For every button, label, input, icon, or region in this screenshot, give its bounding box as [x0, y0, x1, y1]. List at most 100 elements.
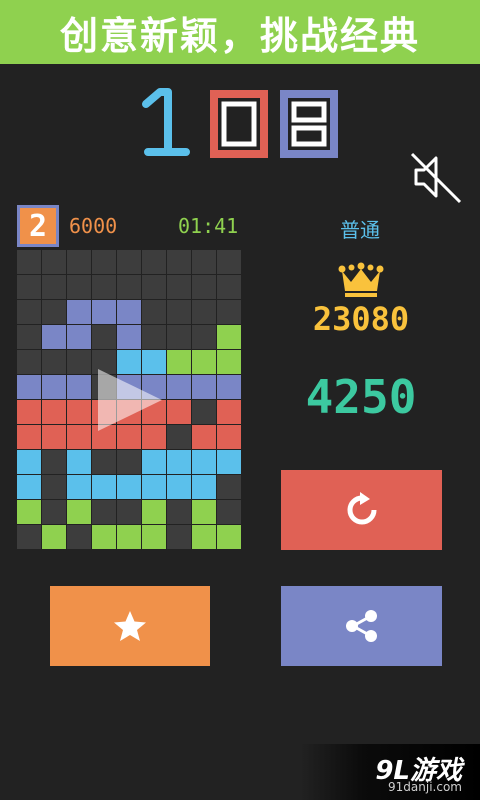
- board-cell-purple[interactable]: [117, 325, 141, 349]
- board-cell-empty[interactable]: [92, 250, 116, 274]
- board-cell-empty[interactable]: [17, 350, 41, 374]
- board-cell-empty[interactable]: [42, 450, 66, 474]
- board-cell-blue[interactable]: [92, 475, 116, 499]
- board-cell-red[interactable]: [42, 425, 66, 449]
- board-cell-red[interactable]: [17, 425, 41, 449]
- board-cell-blue[interactable]: [17, 475, 41, 499]
- board-cell-empty[interactable]: [217, 300, 241, 324]
- board-cell-green[interactable]: [192, 525, 216, 549]
- board-cell-empty[interactable]: [42, 350, 66, 374]
- board-cell-red[interactable]: [17, 400, 41, 424]
- board-cell-empty[interactable]: [142, 275, 166, 299]
- board-cell-empty[interactable]: [42, 275, 66, 299]
- board-cell-green[interactable]: [142, 500, 166, 524]
- board-cell-empty[interactable]: [92, 450, 116, 474]
- board-cell-empty[interactable]: [192, 300, 216, 324]
- board-cell-empty[interactable]: [67, 350, 91, 374]
- board-cell-red[interactable]: [67, 425, 91, 449]
- board-cell-empty[interactable]: [192, 325, 216, 349]
- board-cell-red[interactable]: [217, 425, 241, 449]
- board-cell-empty[interactable]: [192, 275, 216, 299]
- board-cell-blue[interactable]: [17, 450, 41, 474]
- board-cell-empty[interactable]: [167, 325, 191, 349]
- board-cell-empty[interactable]: [42, 300, 66, 324]
- board-cell-purple[interactable]: [42, 375, 66, 399]
- board-cell-empty[interactable]: [92, 275, 116, 299]
- board-cell-empty[interactable]: [167, 425, 191, 449]
- board-cell-green[interactable]: [142, 525, 166, 549]
- board-cell-empty[interactable]: [17, 275, 41, 299]
- board-cell-blue[interactable]: [217, 450, 241, 474]
- board-cell-blue[interactable]: [192, 475, 216, 499]
- board-cell-green[interactable]: [42, 525, 66, 549]
- board-cell-blue[interactable]: [117, 475, 141, 499]
- board-cell-empty[interactable]: [217, 275, 241, 299]
- mute-button[interactable]: [406, 148, 464, 206]
- board-cell-purple[interactable]: [42, 325, 66, 349]
- board-cell-empty[interactable]: [167, 275, 191, 299]
- board-cell-empty[interactable]: [217, 250, 241, 274]
- board-cell-empty[interactable]: [217, 500, 241, 524]
- board-cell-empty[interactable]: [167, 525, 191, 549]
- board-cell-red[interactable]: [42, 400, 66, 424]
- board-cell-empty[interactable]: [42, 250, 66, 274]
- board-cell-empty[interactable]: [17, 300, 41, 324]
- board-cell-empty[interactable]: [67, 275, 91, 299]
- board-cell-empty[interactable]: [67, 250, 91, 274]
- board-cell-green[interactable]: [167, 350, 191, 374]
- board-cell-empty[interactable]: [67, 525, 91, 549]
- board-cell-empty[interactable]: [167, 300, 191, 324]
- board-cell-blue[interactable]: [67, 450, 91, 474]
- board-cell-empty[interactable]: [17, 525, 41, 549]
- board-cell-empty[interactable]: [17, 325, 41, 349]
- board-cell-green[interactable]: [67, 500, 91, 524]
- board-cell-empty[interactable]: [142, 325, 166, 349]
- board-cell-red[interactable]: [67, 400, 91, 424]
- board-cell-red[interactable]: [167, 400, 191, 424]
- board-cell-blue[interactable]: [167, 475, 191, 499]
- board-cell-red[interactable]: [217, 400, 241, 424]
- board-cell-blue[interactable]: [167, 450, 191, 474]
- board-cell-empty[interactable]: [42, 500, 66, 524]
- board-cell-purple[interactable]: [67, 300, 91, 324]
- board-cell-purple[interactable]: [217, 375, 241, 399]
- board-cell-green[interactable]: [217, 350, 241, 374]
- board-cell-blue[interactable]: [192, 450, 216, 474]
- board-cell-green[interactable]: [217, 325, 241, 349]
- board-cell-purple[interactable]: [92, 300, 116, 324]
- board-cell-empty[interactable]: [17, 250, 41, 274]
- play-button[interactable]: [96, 367, 166, 433]
- board-cell-green[interactable]: [192, 500, 216, 524]
- board-cell-green[interactable]: [192, 350, 216, 374]
- board-cell-red[interactable]: [192, 425, 216, 449]
- board-cell-empty[interactable]: [92, 325, 116, 349]
- board-cell-green[interactable]: [117, 525, 141, 549]
- board-cell-empty[interactable]: [167, 250, 191, 274]
- board-cell-blue[interactable]: [142, 450, 166, 474]
- board-cell-empty[interactable]: [192, 250, 216, 274]
- board-cell-empty[interactable]: [117, 250, 141, 274]
- board-cell-empty[interactable]: [142, 250, 166, 274]
- board-cell-empty[interactable]: [92, 500, 116, 524]
- restart-button[interactable]: [281, 470, 442, 550]
- board-cell-blue[interactable]: [142, 475, 166, 499]
- share-button[interactable]: [281, 586, 442, 666]
- board-cell-empty[interactable]: [217, 475, 241, 499]
- board-cell-green[interactable]: [217, 525, 241, 549]
- board-cell-purple[interactable]: [67, 325, 91, 349]
- board-cell-blue[interactable]: [67, 475, 91, 499]
- board-cell-purple[interactable]: [17, 375, 41, 399]
- board-cell-empty[interactable]: [142, 300, 166, 324]
- board-cell-empty[interactable]: [42, 475, 66, 499]
- board-cell-green[interactable]: [17, 500, 41, 524]
- board-cell-empty[interactable]: [117, 450, 141, 474]
- board-cell-empty[interactable]: [117, 500, 141, 524]
- board-cell-purple[interactable]: [67, 375, 91, 399]
- board-cell-purple[interactable]: [117, 300, 141, 324]
- board-cell-purple[interactable]: [192, 375, 216, 399]
- board-cell-empty[interactable]: [117, 275, 141, 299]
- rate-button[interactable]: [50, 586, 210, 666]
- board-cell-empty[interactable]: [167, 500, 191, 524]
- board-cell-purple[interactable]: [167, 375, 191, 399]
- board-cell-green[interactable]: [92, 525, 116, 549]
